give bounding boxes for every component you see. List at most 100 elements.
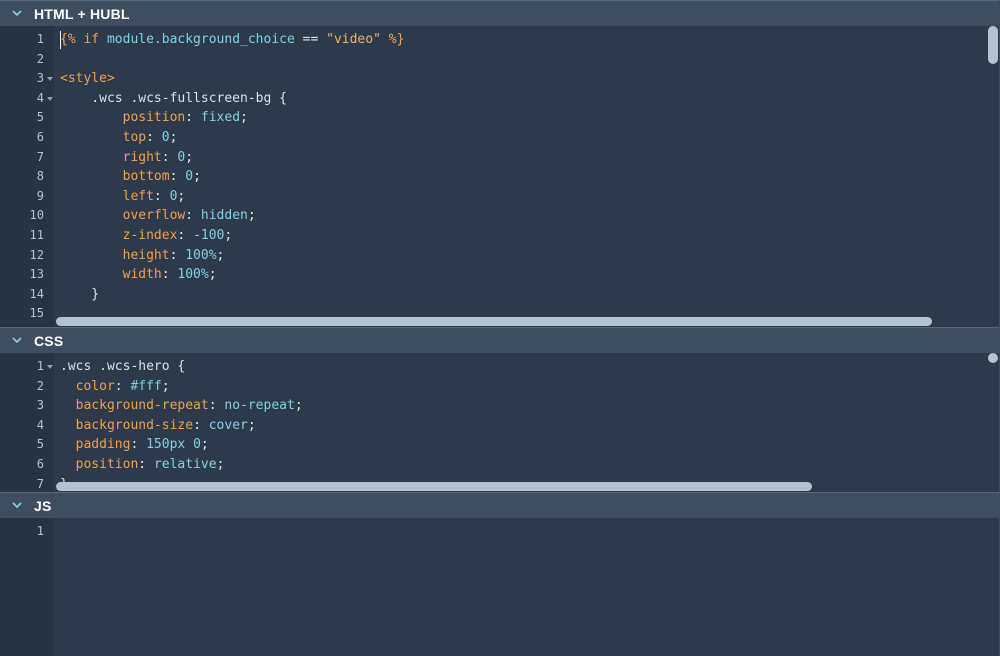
code-line[interactable]: position: relative; bbox=[60, 455, 225, 475]
fold-triangle-icon[interactable] bbox=[46, 89, 54, 109]
code-line[interactable]: width: 100%; bbox=[60, 265, 217, 285]
line-gutter: 1 2 3 4 5 6 7 bbox=[0, 353, 54, 492]
code-line[interactable]: .wcs .wcs-fullscreen-bg { bbox=[60, 89, 287, 109]
code-line[interactable]: padding: 150px 0; bbox=[60, 435, 209, 455]
chevron-down-icon[interactable] bbox=[0, 337, 34, 344]
code-line[interactable]: height: 100%; bbox=[60, 246, 225, 266]
code-line[interactable]: overflow: hidden; bbox=[60, 206, 256, 226]
vertical-scrollbar[interactable] bbox=[988, 353, 998, 363]
fold-triangle-icon[interactable] bbox=[46, 357, 54, 377]
code-token: top bbox=[60, 130, 147, 145]
fold-triangle-icon[interactable] bbox=[46, 69, 54, 89]
line-number: 7 bbox=[36, 149, 44, 164]
horizontal-scrollbar[interactable] bbox=[56, 482, 812, 491]
code-token: ; bbox=[247, 208, 256, 224]
css-editor[interactable]: 1 2 3 4 5 6 7 .wcs .wcs-hero { color: #fff; ba… bbox=[0, 353, 1000, 492]
code-token: } bbox=[60, 286, 100, 302]
code-token: : bbox=[130, 437, 147, 453]
code-token: ; bbox=[247, 417, 256, 433]
code-token: 100% bbox=[185, 247, 217, 263]
code-token: ; bbox=[161, 378, 170, 394]
code-line[interactable]: z-index: -100; bbox=[60, 226, 233, 246]
code-token: right bbox=[60, 149, 162, 165]
line-number: 6 bbox=[36, 130, 44, 144]
panel-header-css[interactable]: CSS bbox=[0, 327, 1000, 353]
chevron-down-icon[interactable] bbox=[0, 502, 34, 509]
code-token: z-index bbox=[60, 228, 178, 243]
code-area[interactable] bbox=[54, 518, 1000, 656]
code-token: position bbox=[60, 110, 186, 126]
code-line[interactable]: background-repeat: no-repeat; bbox=[60, 396, 303, 416]
panel-header-html[interactable]: HTML + HUBL bbox=[0, 0, 1000, 26]
code-token: <style> bbox=[60, 71, 115, 87]
chevron-down-icon[interactable] bbox=[0, 10, 34, 17]
code-line[interactable]: color: #fff; bbox=[60, 377, 170, 397]
code-line[interactable]: top: 0; bbox=[60, 128, 178, 148]
code-token: .wcs .wcs-fullscreen-bg bbox=[60, 90, 280, 106]
line-number: 4 bbox=[36, 90, 44, 105]
code-token: ; bbox=[193, 169, 201, 185]
code-token: fixed bbox=[200, 110, 241, 126]
code-token: ; bbox=[185, 149, 194, 165]
code-line[interactable]: left: 0; bbox=[60, 187, 186, 207]
line-number: 6 bbox=[36, 457, 44, 471]
code-token: background-repeat bbox=[60, 398, 209, 414]
line-number: 15 bbox=[29, 306, 44, 321]
code-line[interactable]: background-size: cover; bbox=[60, 416, 256, 436]
code-token: { bbox=[177, 359, 186, 374]
code-area[interactable]: .wcs .wcs-hero { color: #fff; background… bbox=[54, 353, 1000, 492]
code-token: ; bbox=[216, 457, 225, 472]
panel-title: HTML + HUBL bbox=[34, 5, 130, 22]
code-token: ; bbox=[294, 398, 303, 414]
code-line[interactable]: bottom: 0; bbox=[60, 167, 201, 187]
line-number: 7 bbox=[36, 476, 44, 491]
code-token: overflow bbox=[60, 208, 186, 224]
panel-header-js[interactable]: JS bbox=[0, 492, 1000, 518]
line-number: 1 bbox=[36, 524, 44, 538]
code-token: if bbox=[83, 32, 107, 47]
code-line[interactable]: } bbox=[60, 285, 99, 305]
line-number: 11 bbox=[29, 228, 44, 242]
code-token: cover bbox=[208, 417, 248, 433]
code-token: : bbox=[138, 457, 154, 472]
line-number: 5 bbox=[36, 110, 44, 125]
line-number: 1 bbox=[36, 32, 44, 46]
code-line[interactable]: {% if module.background_choice == "video… bbox=[60, 30, 404, 50]
code-token: "video" bbox=[326, 32, 389, 47]
vertical-scrollbar[interactable] bbox=[988, 26, 998, 64]
panel-title: JS bbox=[34, 497, 52, 514]
line-number: 13 bbox=[29, 267, 44, 282]
code-token: : bbox=[169, 247, 186, 263]
horizontal-scrollbar[interactable] bbox=[56, 317, 932, 326]
code-area[interactable]: {% if module.background_choice == "video… bbox=[54, 26, 1000, 327]
js-editor[interactable]: 1 bbox=[0, 518, 1000, 656]
code-line[interactable]: <style> bbox=[60, 69, 115, 89]
code-token: module.background_choice bbox=[106, 32, 303, 47]
code-token: : bbox=[169, 169, 186, 185]
code-line[interactable]: position: fixed; bbox=[60, 108, 248, 128]
code-token: : bbox=[161, 267, 178, 283]
code-token: .wcs .wcs-hero bbox=[60, 359, 178, 374]
code-line[interactable]: .wcs .wcs-hero { bbox=[60, 357, 185, 377]
code-token: ; bbox=[224, 228, 233, 243]
line-gutter: 1 2 3 4 5 6 7 8 9 10 11 12 13 14 15 bbox=[0, 26, 54, 327]
line-number: 2 bbox=[36, 51, 44, 66]
code-token: : bbox=[208, 398, 225, 414]
line-number: 5 bbox=[36, 437, 44, 452]
line-number: 2 bbox=[36, 378, 44, 393]
code-token: ; bbox=[216, 247, 225, 263]
code-token: #fff bbox=[130, 378, 162, 394]
html-editor[interactable]: 1 2 3 4 5 6 7 8 9 10 11 12 13 14 15 {% if module.backg… bbox=[0, 26, 1000, 327]
code-token: padding bbox=[60, 437, 131, 453]
code-token: ; bbox=[169, 130, 178, 145]
line-number: 3 bbox=[36, 71, 44, 86]
code-token: left bbox=[60, 188, 154, 204]
code-line[interactable]: right: 0; bbox=[60, 148, 193, 168]
code-token: ; bbox=[240, 110, 248, 126]
line-number: 3 bbox=[36, 398, 44, 413]
code-token: color bbox=[60, 378, 115, 394]
code-token: height bbox=[60, 247, 170, 263]
code-token: background-size bbox=[60, 417, 194, 433]
code-token: ; bbox=[200, 437, 209, 453]
line-number: 1 bbox=[36, 359, 44, 373]
